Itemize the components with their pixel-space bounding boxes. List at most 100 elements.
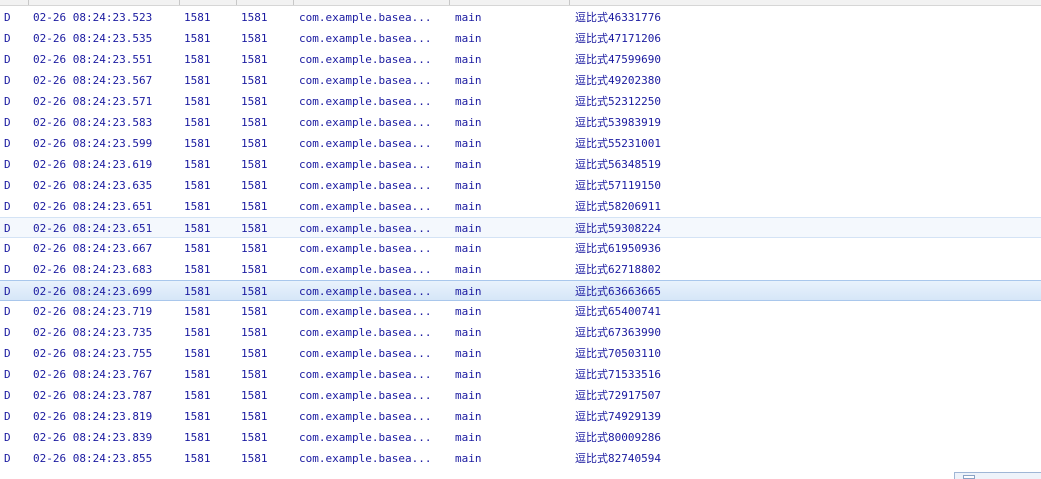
scroll-corner-widget[interactable] [954, 472, 1041, 479]
log-tid: 1581 [241, 368, 268, 381]
log-pid: 1581 [184, 158, 211, 171]
column-separator[interactable] [449, 0, 450, 5]
log-row[interactable]: D 02-26 08:24:23.699 1581 1581 com.example.b… [0, 280, 1041, 301]
log-tid: 1581 [241, 200, 268, 213]
log-row[interactable]: D 02-26 08:24:23.787 1581 1581 com.example.b… [0, 385, 1041, 406]
log-row[interactable]: D 02-26 08:24:23.651 1581 1581 com.example.b… [0, 217, 1041, 238]
log-application: com.example.basea... [299, 242, 432, 255]
log-tid: 1581 [241, 179, 268, 192]
log-tag: main [455, 95, 482, 108]
log-row[interactable]: D 02-26 08:24:23.567 1581 1581 com.example.b… [0, 70, 1041, 91]
log-row[interactable]: D 02-26 08:24:23.599 1581 1581 com.example.b… [0, 133, 1041, 154]
log-text: 逗比式80009286 [575, 431, 661, 444]
log-time: 02-26 08:24:23.767 [33, 368, 153, 381]
log-tag: main [455, 410, 482, 423]
log-pid: 1581 [184, 74, 211, 87]
log-tid: 1581 [241, 222, 268, 235]
column-separator[interactable] [236, 0, 237, 5]
log-row[interactable]: D 02-26 08:24:23.767 1581 1581 com.example.b… [0, 364, 1041, 385]
log-level: D [4, 242, 11, 255]
log-row[interactable]: D 02-26 08:24:23.735 1581 1581 com.example.b… [0, 322, 1041, 343]
scroll-handle[interactable] [963, 475, 975, 479]
log-pid: 1581 [184, 305, 211, 318]
log-row[interactable]: D 02-26 08:24:23.683 1581 1581 com.example.b… [0, 259, 1041, 280]
log-row[interactable]: D 02-26 08:24:23.667 1581 1581 com.example.b… [0, 238, 1041, 259]
log-row[interactable]: D 02-26 08:24:23.523 1581 1581 com.example.b… [0, 7, 1041, 28]
log-level: D [4, 74, 11, 87]
log-pid: 1581 [184, 452, 211, 465]
log-application: com.example.basea... [299, 452, 432, 465]
log-row[interactable]: D 02-26 08:24:23.583 1581 1581 com.example.b… [0, 112, 1041, 133]
log-application: com.example.basea... [299, 326, 432, 339]
log-level: D [4, 53, 11, 66]
log-pid: 1581 [184, 285, 211, 298]
log-pid: 1581 [184, 53, 211, 66]
log-text: 逗比式67363990 [575, 326, 661, 339]
log-level: D [4, 305, 11, 318]
log-time: 02-26 08:24:23.599 [33, 137, 153, 150]
log-row[interactable]: D 02-26 08:24:23.619 1581 1581 com.example.b… [0, 154, 1041, 175]
log-row[interactable]: D 02-26 08:24:23.551 1581 1581 com.example.b… [0, 49, 1041, 70]
log-tag: main [455, 137, 482, 150]
log-time: 02-26 08:24:23.567 [33, 74, 153, 87]
log-time: 02-26 08:24:23.535 [33, 32, 153, 45]
log-text: 逗比式82740594 [575, 452, 661, 465]
log-tag: main [455, 200, 482, 213]
log-application: com.example.basea... [299, 116, 432, 129]
log-row[interactable]: D 02-26 08:24:23.819 1581 1581 com.example.b… [0, 406, 1041, 427]
log-tid: 1581 [241, 452, 268, 465]
log-application: com.example.basea... [299, 285, 432, 298]
log-tag: main [455, 368, 482, 381]
log-row[interactable]: D 02-26 08:24:23.535 1581 1581 com.example.b… [0, 28, 1041, 49]
log-text: 逗比式62718802 [575, 263, 661, 276]
log-level: D [4, 200, 11, 213]
log-tag: main [455, 158, 482, 171]
log-pid: 1581 [184, 11, 211, 24]
log-application: com.example.basea... [299, 410, 432, 423]
log-tid: 1581 [241, 74, 268, 87]
log-tag: main [455, 305, 482, 318]
column-separator[interactable] [28, 0, 29, 5]
log-level: D [4, 137, 11, 150]
log-row[interactable]: D 02-26 08:24:23.635 1581 1581 com.example.b… [0, 175, 1041, 196]
log-time: 02-26 08:24:23.755 [33, 347, 153, 360]
log-time: 02-26 08:24:23.699 [33, 285, 153, 298]
log-level: D [4, 158, 11, 171]
log-pid: 1581 [184, 347, 211, 360]
log-application: com.example.basea... [299, 32, 432, 45]
log-application: com.example.basea... [299, 368, 432, 381]
log-time: 02-26 08:24:23.819 [33, 410, 153, 423]
log-row[interactable]: D 02-26 08:24:23.719 1581 1581 com.example.b… [0, 301, 1041, 322]
log-tag: main [455, 53, 482, 66]
log-time: 02-26 08:24:23.683 [33, 263, 153, 276]
log-tag: main [455, 32, 482, 45]
log-tid: 1581 [241, 11, 268, 24]
log-text: 逗比式47599690 [575, 53, 661, 66]
log-text: 逗比式53983919 [575, 116, 661, 129]
log-level: D [4, 116, 11, 129]
log-row[interactable]: D 02-26 08:24:23.855 1581 1581 com.example.b… [0, 448, 1041, 469]
log-tid: 1581 [241, 137, 268, 150]
log-time: 02-26 08:24:23.651 [33, 200, 153, 213]
log-tag: main [455, 11, 482, 24]
log-pid: 1581 [184, 326, 211, 339]
log-row[interactable]: D 02-26 08:24:23.651 1581 1581 com.example.b… [0, 196, 1041, 217]
log-text: 逗比式47171206 [575, 32, 661, 45]
log-level: D [4, 326, 11, 339]
log-tag: main [455, 389, 482, 402]
column-separator[interactable] [293, 0, 294, 5]
log-tag: main [455, 263, 482, 276]
log-time: 02-26 08:24:23.839 [33, 431, 153, 444]
log-tid: 1581 [241, 305, 268, 318]
log-application: com.example.basea... [299, 431, 432, 444]
log-row[interactable]: D 02-26 08:24:23.571 1581 1581 com.example.b… [0, 91, 1041, 112]
log-pid: 1581 [184, 368, 211, 381]
column-header-strip[interactable] [0, 0, 1041, 6]
column-separator[interactable] [179, 0, 180, 5]
log-text: 逗比式70503110 [575, 347, 661, 360]
log-level: D [4, 179, 11, 192]
log-row[interactable]: D 02-26 08:24:23.839 1581 1581 com.example.b… [0, 427, 1041, 448]
log-row[interactable]: D 02-26 08:24:23.755 1581 1581 com.example.b… [0, 343, 1041, 364]
log-tid: 1581 [241, 431, 268, 444]
column-separator[interactable] [569, 0, 570, 5]
